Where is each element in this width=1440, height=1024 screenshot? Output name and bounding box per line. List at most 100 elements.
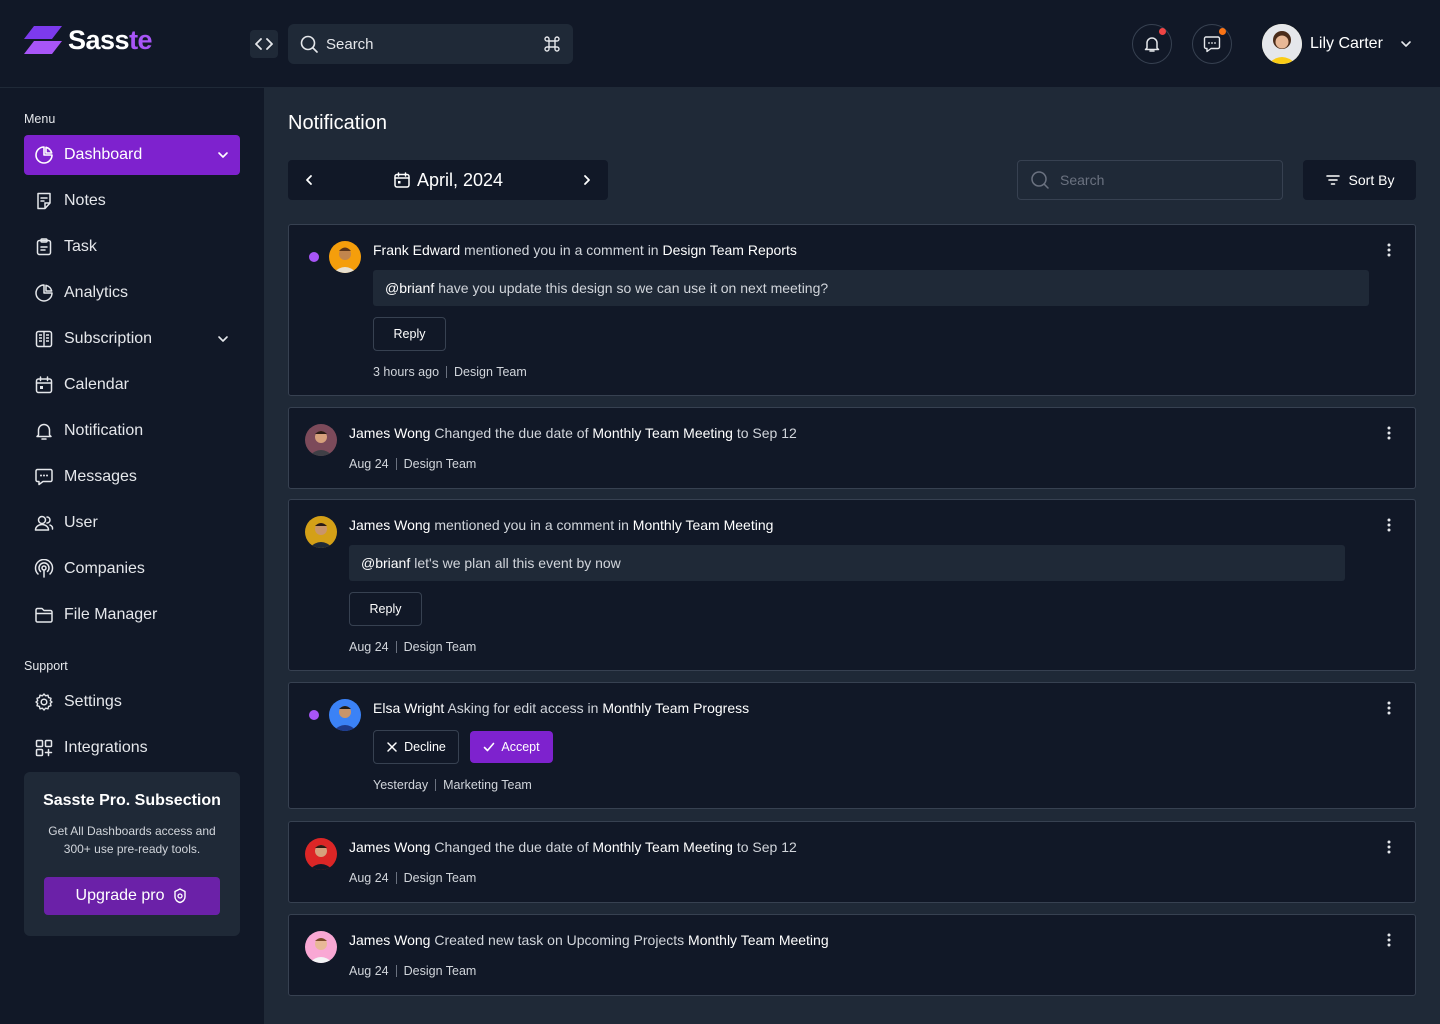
sidebar-item-task[interactable]: Task	[24, 227, 240, 267]
chevron-down-icon	[216, 148, 230, 162]
sidebar-item-calendar[interactable]: Calendar	[24, 365, 240, 405]
columns-icon	[34, 329, 54, 349]
notification-text: James Wong Changed the due date of Month…	[349, 839, 797, 855]
more-options-button[interactable]	[1383, 240, 1395, 260]
notification-avatar	[329, 241, 361, 273]
next-month-button[interactable]	[580, 173, 594, 187]
notification-card: James Wong mentioned you in a comment in…	[288, 499, 1416, 671]
global-search[interactable]: Search	[288, 24, 573, 64]
sidebar-item-integrations[interactable]: Integrations	[24, 728, 240, 768]
notification-meta: 3 hours ago Design Team	[373, 365, 527, 379]
notification-search-input[interactable]	[1060, 172, 1260, 188]
more-vertical-icon	[1387, 243, 1391, 257]
sidebar-item-dashboard[interactable]: Dashboard	[24, 135, 240, 175]
more-vertical-icon	[1387, 933, 1391, 947]
messages-button[interactable]	[1192, 24, 1232, 64]
notification-user[interactable]: James Wong	[349, 425, 430, 441]
notification-user[interactable]: James Wong	[349, 839, 430, 855]
decline-button[interactable]: Decline	[373, 730, 459, 764]
notification-text: James Wong Created new task on Upcoming …	[349, 932, 829, 948]
sidebar-item-label: Notes	[64, 192, 106, 209]
sidebar-toggle-button[interactable]	[250, 30, 278, 58]
current-month: April, 2024	[416, 169, 504, 190]
clipboard-icon	[34, 237, 54, 257]
sidebar-item-notes[interactable]: Notes	[24, 181, 240, 221]
sidebar-item-file-manager[interactable]: File Manager	[24, 595, 240, 635]
comment-quote: @brianf have you update this design so w…	[373, 270, 1369, 306]
month-navigator: April, 2024	[288, 160, 608, 200]
more-options-button[interactable]	[1383, 837, 1395, 857]
notification-user[interactable]: James Wong	[349, 517, 430, 533]
notification-card: Frank Edward mentioned you in a comment …	[288, 224, 1416, 396]
command-icon	[544, 36, 560, 52]
notification-target[interactable]: Monthly Team Meeting	[633, 517, 774, 533]
user-avatar	[1262, 24, 1302, 64]
sidebar-item-label: File Manager	[64, 606, 158, 623]
notification-card: James Wong Changed the due date of Month…	[288, 407, 1416, 489]
sidebar-item-subscription[interactable]: Subscription	[24, 319, 240, 359]
brand-logo[interactable]: Sasste	[24, 24, 153, 56]
more-options-button[interactable]	[1383, 515, 1395, 535]
notification-target[interactable]: Monthly Team Progress	[602, 700, 749, 716]
sidebar-item-analytics[interactable]: Analytics	[24, 273, 240, 313]
mention[interactable]: @brianf	[385, 280, 434, 296]
sidebar-item-label: Companies	[64, 560, 145, 577]
bell-icon	[34, 421, 54, 441]
close-icon	[387, 742, 397, 752]
brand-name: Sasste	[68, 24, 153, 55]
more-options-button[interactable]	[1383, 423, 1395, 443]
mention[interactable]: @brianf	[361, 555, 410, 571]
user-menu[interactable]: Lily Carter	[1262, 24, 1413, 64]
apps-icon	[34, 738, 54, 758]
more-options-button[interactable]	[1383, 930, 1395, 950]
sidebar-item-label: Notification	[64, 422, 144, 439]
check-icon	[484, 742, 495, 752]
global-search-input[interactable]: Search	[326, 36, 535, 53]
sort-by-label: Sort By	[1348, 172, 1395, 188]
upgrade-pro-button[interactable]: Upgrade pro	[44, 877, 220, 915]
notification-avatar	[305, 931, 337, 963]
notification-target[interactable]: Monthly Team Meeting	[592, 839, 733, 855]
user-name: Lily Carter	[1310, 35, 1383, 52]
accept-button[interactable]: Accept	[470, 731, 553, 763]
page-title: Notification	[288, 112, 387, 134]
notification-avatar	[305, 516, 337, 548]
notification-badge	[1159, 28, 1166, 35]
sidebar-item-companies[interactable]: Companies	[24, 549, 240, 589]
sidebar-item-notification[interactable]: Notification	[24, 411, 240, 451]
users-icon	[34, 513, 54, 533]
main-content: Notification April, 2024 Sort By Frank E…	[264, 88, 1440, 1024]
notification-meta: Aug 24 Design Team	[349, 964, 477, 978]
notification-user[interactable]: Elsa Wright	[373, 700, 444, 716]
notification-avatar	[305, 838, 337, 870]
reply-button[interactable]: Reply	[373, 317, 446, 351]
notification-user[interactable]: Frank Edward	[373, 242, 460, 258]
notification-text: James Wong Changed the due date of Month…	[349, 425, 797, 441]
sidebar-item-label: Task	[64, 238, 97, 255]
notification-user[interactable]: James Wong	[349, 932, 430, 948]
notification-search	[1017, 160, 1283, 200]
upgrade-promo-card: Sasste Pro. Subsection Get All Dashboard…	[24, 772, 240, 936]
calendar-icon	[394, 172, 410, 188]
sidebar-item-settings[interactable]: Settings	[24, 682, 240, 722]
notification-target[interactable]: Design Team Reports	[663, 242, 797, 258]
sidebar-item-messages[interactable]: Messages	[24, 457, 240, 497]
notification-target[interactable]: Monthly Team Meeting	[592, 425, 733, 441]
upgrade-pro-label: Upgrade pro	[75, 887, 165, 904]
month-picker[interactable]: April, 2024	[393, 170, 503, 191]
bell-icon	[1144, 37, 1160, 52]
notification-text: Frank Edward mentioned you in a comment …	[373, 242, 797, 258]
code-brackets-icon	[255, 38, 273, 50]
sidebar-item-label: Settings	[64, 693, 122, 710]
sidebar-item-user[interactable]: User	[24, 503, 240, 543]
sort-by-button[interactable]: Sort By	[1303, 160, 1416, 200]
menu-section-label: Menu	[24, 112, 56, 126]
note-icon	[34, 191, 54, 211]
reply-button[interactable]: Reply	[349, 592, 422, 626]
notification-target[interactable]: Monthly Team Meeting	[688, 932, 829, 948]
notifications-button[interactable]	[1132, 24, 1172, 64]
prev-month-button[interactable]	[302, 173, 316, 187]
sidebar-item-label: User	[64, 514, 98, 531]
notification-meta: Aug 24 Design Team	[349, 640, 477, 654]
more-options-button[interactable]	[1383, 698, 1395, 718]
